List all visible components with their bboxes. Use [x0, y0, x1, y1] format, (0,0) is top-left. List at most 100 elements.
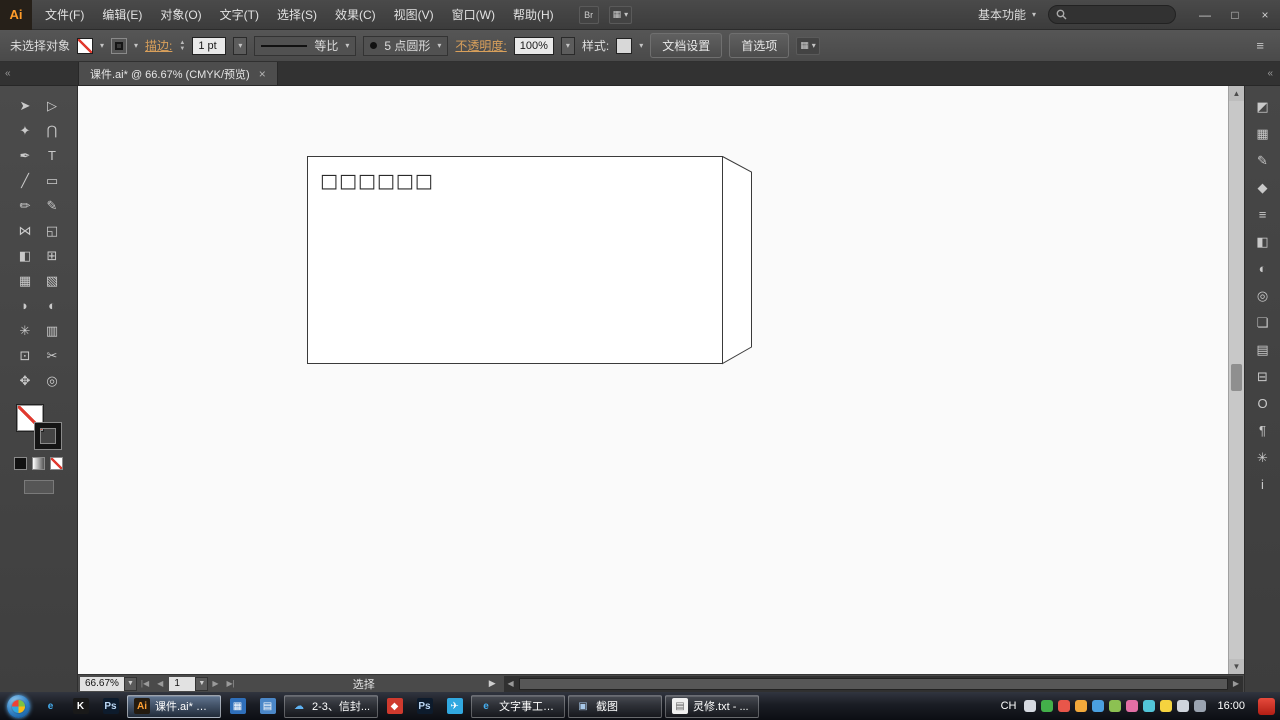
vertical-scroll-thumb[interactable]: [1231, 364, 1242, 391]
shape-builder-tool[interactable]: ◧: [12, 243, 39, 268]
lasso-tool[interactable]: ⋂: [39, 118, 66, 143]
menu-item[interactable]: 编辑(E): [93, 0, 151, 30]
opacity-panel-link[interactable]: 不透明度:: [455, 37, 506, 54]
close-button[interactable]: ×: [1250, 0, 1280, 30]
scroll-left-icon[interactable]: ◀: [504, 679, 518, 688]
perspective-grid-tool[interactable]: ⊞: [39, 243, 66, 268]
brushes-panel-icon[interactable]: ✎: [1250, 149, 1276, 172]
scroll-right-icon[interactable]: ▶: [1229, 679, 1243, 688]
swatches-panel-icon[interactable]: ▦: [1250, 122, 1276, 145]
envelope-placeholder-text[interactable]: □□□□□□: [320, 170, 434, 192]
character-panel-icon[interactable]: O: [1250, 392, 1276, 415]
artboard-number-field[interactable]: 1: [169, 677, 195, 691]
last-artboard-icon[interactable]: ▶|: [222, 679, 238, 688]
hand-tool[interactable]: ✥: [12, 368, 39, 393]
paragraph-panel-icon[interactable]: ¶: [1250, 419, 1276, 442]
ie-quicklaunch-icon[interactable]: e: [37, 695, 64, 718]
width-profile-dropdown[interactable]: 等比 ▾: [254, 36, 356, 56]
pencil-tool[interactable]: ✎: [39, 193, 66, 218]
eyedropper-tool[interactable]: ◗: [12, 293, 39, 318]
kmplayer-icon[interactable]: K: [67, 695, 94, 718]
minimize-button[interactable]: —: [1190, 0, 1220, 30]
arrange-icon[interactable]: ▦ ▾: [796, 37, 820, 55]
scroll-up-icon[interactable]: ▲: [1229, 86, 1244, 101]
stroke-width-dropdown[interactable]: ▾: [233, 37, 247, 55]
collapse-left-dock-icon[interactable]: «: [0, 62, 78, 85]
blend-tool[interactable]: ◐: [39, 293, 66, 318]
search-input[interactable]: [1048, 5, 1176, 24]
chevron-down-icon[interactable]: ▾: [100, 41, 104, 50]
tray-icon-6[interactable]: [1126, 700, 1138, 712]
width-tool[interactable]: ⋈: [12, 218, 39, 243]
tray-icon-2[interactable]: [1058, 700, 1070, 712]
menu-item[interactable]: 文件(F): [36, 0, 93, 30]
document-tab[interactable]: 课件.ai* @ 66.67% (CMYK/预览) ×: [78, 62, 278, 85]
free-transform-tool[interactable]: ◱: [39, 218, 66, 243]
paintbrush-tool[interactable]: ✏: [12, 193, 39, 218]
zoom-field[interactable]: 66.67%: [80, 677, 124, 691]
task-screenshot-button[interactable]: ▣ 截图: [568, 695, 662, 718]
clock[interactable]: 16:00: [1217, 700, 1245, 712]
brush-definition-dropdown[interactable]: 5 点圆形 ▾: [363, 36, 448, 56]
stroke-color-swatch[interactable]: [77, 38, 93, 54]
transparency-panel-icon[interactable]: ◐: [1250, 257, 1276, 280]
restore-button[interactable]: □: [1220, 0, 1250, 30]
document-setup-button[interactable]: 文档设置: [650, 33, 722, 58]
first-artboard-icon[interactable]: |◀: [137, 679, 153, 688]
color-panel-icon[interactable]: ◩: [1250, 95, 1276, 118]
bridge-icon[interactable]: Br: [579, 6, 599, 24]
chevron-down-icon[interactable]: ▾: [134, 41, 138, 50]
column-graph-tool[interactable]: ▥: [39, 318, 66, 343]
gradient-tool[interactable]: ▧: [39, 268, 66, 293]
pinned-app-icon-2[interactable]: ▤: [254, 695, 281, 718]
vertical-scrollbar[interactable]: ▲ ▼: [1228, 86, 1244, 674]
photoshop-icon[interactable]: Ps: [97, 695, 124, 718]
prev-artboard-icon[interactable]: ◀: [153, 679, 167, 688]
type-tool[interactable]: T: [39, 143, 66, 168]
language-indicator[interactable]: CH: [998, 700, 1020, 712]
artboards-panel-icon[interactable]: ⊟: [1250, 365, 1276, 388]
layers-panel-icon[interactable]: ▤: [1250, 338, 1276, 361]
artboard-tool[interactable]: ⊡: [12, 343, 39, 368]
preferences-button[interactable]: 首选项: [729, 33, 789, 58]
info-panel-icon[interactable]: i: [1250, 473, 1276, 496]
menu-item[interactable]: 效果(C): [326, 0, 385, 30]
tray-icon-8[interactable]: [1160, 700, 1172, 712]
ime-icon[interactable]: [1024, 700, 1036, 712]
volume-icon[interactable]: [1177, 700, 1189, 712]
pen-tool[interactable]: ✒: [12, 143, 39, 168]
none-mode-button[interactable]: [50, 457, 63, 470]
canvas-area[interactable]: □□□□□□: [78, 86, 1228, 674]
zoom-dropdown[interactable]: ▼: [124, 677, 137, 691]
menu-item[interactable]: 帮助(H): [504, 0, 563, 30]
menu-item[interactable]: 文字(T): [211, 0, 268, 30]
tray-icon-1[interactable]: [1041, 700, 1053, 712]
stroke-width-field[interactable]: 1 pt: [192, 37, 226, 55]
scroll-down-icon[interactable]: ▼: [1229, 659, 1244, 674]
red-app-icon[interactable]: ◆: [381, 695, 408, 718]
stroke-width-stepper[interactable]: ▲ ▼: [179, 40, 185, 52]
symbol-sprayer-tool[interactable]: ✳: [12, 318, 39, 343]
line-segment-tool[interactable]: ╱: [12, 168, 39, 193]
menu-item[interactable]: 对象(O): [151, 0, 210, 30]
direct-selection-tool[interactable]: ▷: [39, 93, 66, 118]
tab-close-icon[interactable]: ×: [259, 67, 266, 81]
symbols-panel-icon[interactable]: ◆: [1250, 176, 1276, 199]
stroke-panel-link[interactable]: 描边:: [145, 37, 172, 54]
tray-icon-5[interactable]: [1109, 700, 1121, 712]
fill-style-box[interactable]: [111, 38, 127, 54]
workspace-switcher[interactable]: 基本功能 ▾: [966, 6, 1048, 23]
tray-red-app-icon[interactable]: [1258, 698, 1275, 715]
status-display[interactable]: 选择: [239, 676, 489, 692]
rectangle-tool[interactable]: ▭: [39, 168, 66, 193]
selection-tool[interactable]: ➤: [12, 93, 39, 118]
next-artboard-icon[interactable]: ▶: [208, 679, 222, 688]
tray-icon-4[interactable]: [1092, 700, 1104, 712]
task-word-group-button[interactable]: e 文字事工组...: [471, 695, 565, 718]
task-envelope-doc-button[interactable]: ☁ 2-3、信封...: [284, 695, 378, 718]
menu-item[interactable]: 视图(V): [385, 0, 443, 30]
menu-item[interactable]: 选择(S): [268, 0, 326, 30]
tray-icon-7[interactable]: [1143, 700, 1155, 712]
zoom-tool[interactable]: ◎: [39, 368, 66, 393]
stepper-down-icon[interactable]: ▼: [179, 46, 185, 52]
